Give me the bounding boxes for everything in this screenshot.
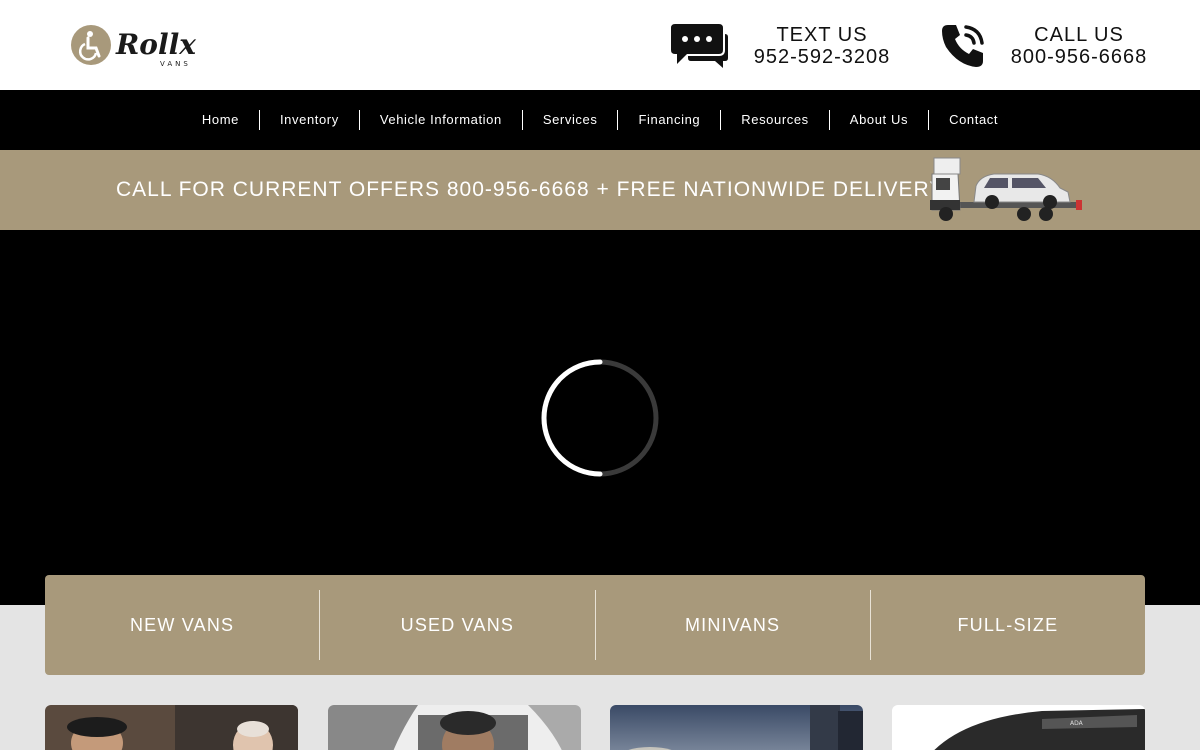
logo-text: Rollx: [115, 28, 196, 61]
text-us-label: TEXT US: [776, 24, 868, 46]
category-used-vans[interactable]: USED VANS: [319, 590, 594, 660]
nav-item-inventory[interactable]: Inventory: [258, 110, 359, 130]
nav-item-home[interactable]: Home: [182, 110, 259, 130]
chat-bubbles-icon: [668, 20, 730, 72]
call-us-block[interactable]: CALL US 800-956-6668: [932, 20, 1154, 72]
van-photo[interactable]: ADA: [892, 705, 1145, 750]
category-full-size[interactable]: FULL-SIZE: [869, 590, 1145, 660]
promo-text: CALL FOR CURRENT OFFERS 800-956-6668 + F…: [116, 178, 945, 201]
promo-banner[interactable]: CALL FOR CURRENT OFFERS 800-956-6668 + F…: [0, 150, 1200, 230]
people-photo[interactable]: [45, 705, 298, 750]
svg-text:ADA: ADA: [1070, 720, 1084, 727]
call-us-number[interactable]: 800-956-6668: [1004, 46, 1154, 68]
text-us-block[interactable]: TEXT US 952-592-3208: [668, 20, 892, 72]
loading-spinner-icon: [540, 358, 660, 478]
text-us-number[interactable]: 952-592-3208: [752, 46, 892, 68]
phone-ringing-icon: [932, 20, 994, 72]
driver-photo[interactable]: [328, 705, 581, 750]
main-nav: Home Inventory Vehicle Information Servi…: [0, 90, 1200, 150]
thumbnail-row: ADA: [45, 705, 1145, 750]
logo-subtext: VANS: [160, 60, 191, 68]
nav-list: Home Inventory Vehicle Information Servi…: [182, 110, 1018, 130]
hero-video[interactable]: [0, 230, 1200, 605]
city-photo[interactable]: [610, 705, 863, 750]
nav-item-about-us[interactable]: About Us: [828, 110, 928, 130]
category-minivans[interactable]: MINIVANS: [594, 590, 870, 660]
tow-truck-icon: [928, 156, 1084, 226]
call-us-label: CALL US: [1034, 24, 1124, 46]
nav-item-vehicle-information[interactable]: Vehicle Information: [358, 110, 522, 130]
nav-item-resources[interactable]: Resources: [720, 110, 829, 130]
site-header: Rollx VANS TEXT US 952-592-3208 CALL US …: [0, 0, 1200, 90]
nav-item-financing[interactable]: Financing: [617, 110, 720, 130]
nav-item-services[interactable]: Services: [521, 110, 618, 130]
category-bar: NEW VANS USED VANS MINIVANS FULL-SIZE: [45, 575, 1145, 675]
nav-item-contact[interactable]: Contact: [928, 110, 1018, 130]
rollx-vans-logo[interactable]: Rollx VANS: [68, 18, 203, 74]
category-new-vans[interactable]: NEW VANS: [45, 590, 319, 660]
